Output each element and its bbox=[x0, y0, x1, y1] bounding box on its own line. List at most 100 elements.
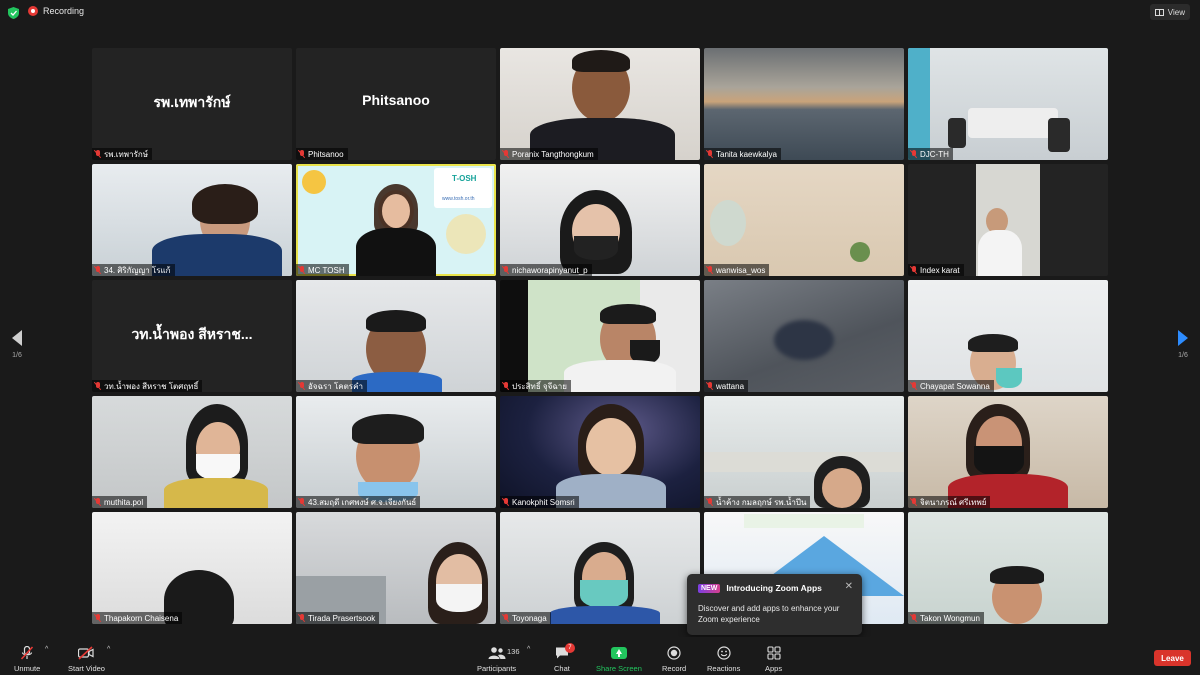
participants-button[interactable]: Participants bbox=[477, 641, 516, 673]
prev-page-button[interactable]: 1/6 bbox=[6, 330, 28, 359]
muted-mic-icon bbox=[503, 382, 509, 390]
video-tile[interactable]: Index karat bbox=[908, 164, 1108, 276]
muted-mic-icon bbox=[299, 614, 305, 622]
participants-label: Participants bbox=[477, 664, 517, 673]
video-tile[interactable]: T-OSH www.tosh.or.th MC TOSH bbox=[296, 164, 496, 276]
share-screen-label: Share Screen bbox=[596, 664, 642, 673]
reactions-button[interactable]: Reactions bbox=[707, 641, 740, 673]
muted-mic-icon bbox=[911, 382, 917, 390]
participant-name-label: Toyonaga bbox=[500, 612, 551, 624]
participant-name-label: วท.น้ำพอง สีหราช โตศฤทธิ์ bbox=[92, 380, 203, 392]
recording-label: Recording bbox=[43, 6, 85, 16]
participant-name-label: nichaworapinyanut_p bbox=[500, 264, 592, 276]
video-tile[interactable]: Chayapat Sowanna bbox=[908, 280, 1108, 392]
view-button[interactable]: View bbox=[1149, 4, 1190, 20]
video-tile[interactable]: wattana bbox=[704, 280, 904, 392]
apps-button[interactable]: Apps bbox=[765, 641, 782, 673]
video-tile[interactable]: อัจฉรา โคตรคำ bbox=[296, 280, 496, 392]
participant-video bbox=[850, 242, 870, 262]
video-tile[interactable]: Tirada Prasertsook bbox=[296, 512, 496, 624]
record-dot-icon bbox=[28, 6, 38, 16]
slide-url: www.tosh.or.th bbox=[442, 196, 475, 202]
share-screen-button[interactable]: Share Screen bbox=[596, 641, 642, 673]
shield-check-icon[interactable] bbox=[8, 7, 19, 19]
participants-caret-icon[interactable]: ^ bbox=[527, 646, 530, 653]
next-page-button[interactable]: 1/6 bbox=[1172, 330, 1194, 359]
video-tile[interactable]: Poranix Tangthongkum bbox=[500, 48, 700, 160]
participant-video bbox=[822, 468, 862, 508]
video-tile[interactable]: วท.น้ำพอง สีหราช... วท.น้ำพอง สีหราช โตศ… bbox=[92, 280, 292, 392]
video-tile[interactable]: Phitsanoo Phitsanoo bbox=[296, 48, 496, 160]
video-tile[interactable]: ประสิทธิ์ จุจีฉาย bbox=[500, 280, 700, 392]
page-indicator-left: 1/6 bbox=[12, 352, 22, 359]
video-tile[interactable]: จิตนาภรณ์ ศรีเทพย์ bbox=[908, 396, 1108, 508]
muted-mic-icon bbox=[707, 498, 713, 506]
muted-mic-icon bbox=[299, 150, 305, 158]
video-options-caret-icon[interactable]: ^ bbox=[107, 646, 110, 653]
meeting-toolbar: Unmute ^ Start Video ^ Participants 136 … bbox=[0, 637, 1200, 675]
apps-icon bbox=[766, 646, 781, 660]
participant-video bbox=[352, 414, 424, 444]
slide-logo-text: T-OSH bbox=[452, 174, 477, 183]
video-tile[interactable]: nichaworapinyanut_p bbox=[500, 164, 700, 276]
participant-video bbox=[572, 50, 630, 72]
muted-mic-icon bbox=[503, 266, 509, 274]
participant-name-label: 34. ศิริกัญญา โรแก้ bbox=[92, 264, 175, 276]
muted-mic-icon bbox=[911, 266, 917, 274]
muted-mic-icon bbox=[95, 498, 101, 506]
video-tile[interactable]: Kanokphit Somsri bbox=[500, 396, 700, 508]
start-video-button[interactable]: Start Video bbox=[68, 641, 105, 673]
muted-mic-icon bbox=[21, 646, 34, 660]
view-grid-icon bbox=[1154, 8, 1164, 16]
muted-mic-icon bbox=[911, 150, 917, 158]
participant-name-label: MC TOSH bbox=[296, 264, 349, 276]
toast-header: NEW Introducing Zoom Apps bbox=[698, 583, 822, 593]
participants-icon bbox=[488, 647, 506, 659]
record-button[interactable]: Record bbox=[662, 641, 686, 673]
participant-video bbox=[382, 194, 410, 228]
audio-options-caret-icon[interactable]: ^ bbox=[45, 646, 48, 653]
muted-mic-icon bbox=[503, 150, 509, 158]
participant-video bbox=[550, 606, 660, 624]
muted-mic-icon bbox=[299, 382, 305, 390]
participant-video bbox=[586, 418, 636, 476]
participant-video bbox=[192, 184, 258, 224]
close-icon[interactable]: ✕ bbox=[845, 581, 853, 592]
participant-video bbox=[302, 170, 326, 194]
video-tile[interactable]: muthita.pol bbox=[92, 396, 292, 508]
meeting-topbar: Recording View bbox=[0, 0, 1200, 26]
participant-name-label: อัจฉรา โคตรคำ bbox=[296, 380, 367, 392]
video-tile[interactable]: Thapakorn Chaisena bbox=[92, 512, 292, 624]
video-tile[interactable]: Toyonaga bbox=[500, 512, 700, 624]
participant-name-label: wattana bbox=[704, 380, 749, 392]
video-tile[interactable]: 43.สมฤดี เกศพงษ์ ศ.จ.เจียงกันธ์ bbox=[296, 396, 496, 508]
participant-video bbox=[196, 454, 240, 480]
video-tile[interactable]: Tanita kaewkalya bbox=[704, 48, 904, 160]
recording-indicator[interactable]: Recording bbox=[28, 6, 84, 16]
video-tile[interactable]: รพ.เทพารักษ์ รพ.เทพารักษ์ bbox=[92, 48, 292, 160]
muted-mic-icon bbox=[911, 614, 917, 622]
zoom-apps-notification[interactable]: NEW Introducing Zoom Apps ✕ Discover and… bbox=[687, 574, 862, 635]
muted-mic-icon bbox=[707, 382, 713, 390]
video-tile[interactable]: น้ำค้าง กมลฤกษ์ รพ.น้ำปีน bbox=[704, 396, 904, 508]
chevron-left-icon bbox=[12, 330, 22, 346]
gallery-view: รพ.เทพารักษ์ รพ.เทพารักษ์ Phitsanoo Phit… bbox=[92, 48, 1108, 628]
muted-mic-icon bbox=[95, 614, 101, 622]
video-tile[interactable]: Takon Wongmun bbox=[908, 512, 1108, 624]
participant-video bbox=[744, 514, 864, 528]
participant-video bbox=[574, 236, 618, 260]
leave-button[interactable]: Leave bbox=[1154, 650, 1191, 666]
video-tile[interactable]: 34. ศิริกัญญา โรแก้ bbox=[92, 164, 292, 276]
unmute-button[interactable]: Unmute bbox=[14, 641, 40, 673]
chevron-right-icon bbox=[1178, 330, 1188, 346]
toast-body: Discover and add apps to enhance your Zo… bbox=[698, 604, 840, 624]
participant-name-label: 43.สมฤดี เกศพงษ์ ศ.จ.เจียงกันธ์ bbox=[296, 496, 421, 508]
participant-display-name: รพ.เทพารักษ์ bbox=[153, 94, 231, 110]
participants-count: 136 bbox=[507, 647, 520, 656]
new-badge: NEW bbox=[698, 583, 721, 593]
video-tile[interactable]: DJC-TH bbox=[908, 48, 1108, 160]
chat-button[interactable]: 7 Chat bbox=[554, 641, 575, 673]
muted-mic-icon bbox=[503, 614, 509, 622]
muted-mic-icon bbox=[911, 498, 917, 506]
video-tile[interactable]: wanwisa_wos bbox=[704, 164, 904, 276]
